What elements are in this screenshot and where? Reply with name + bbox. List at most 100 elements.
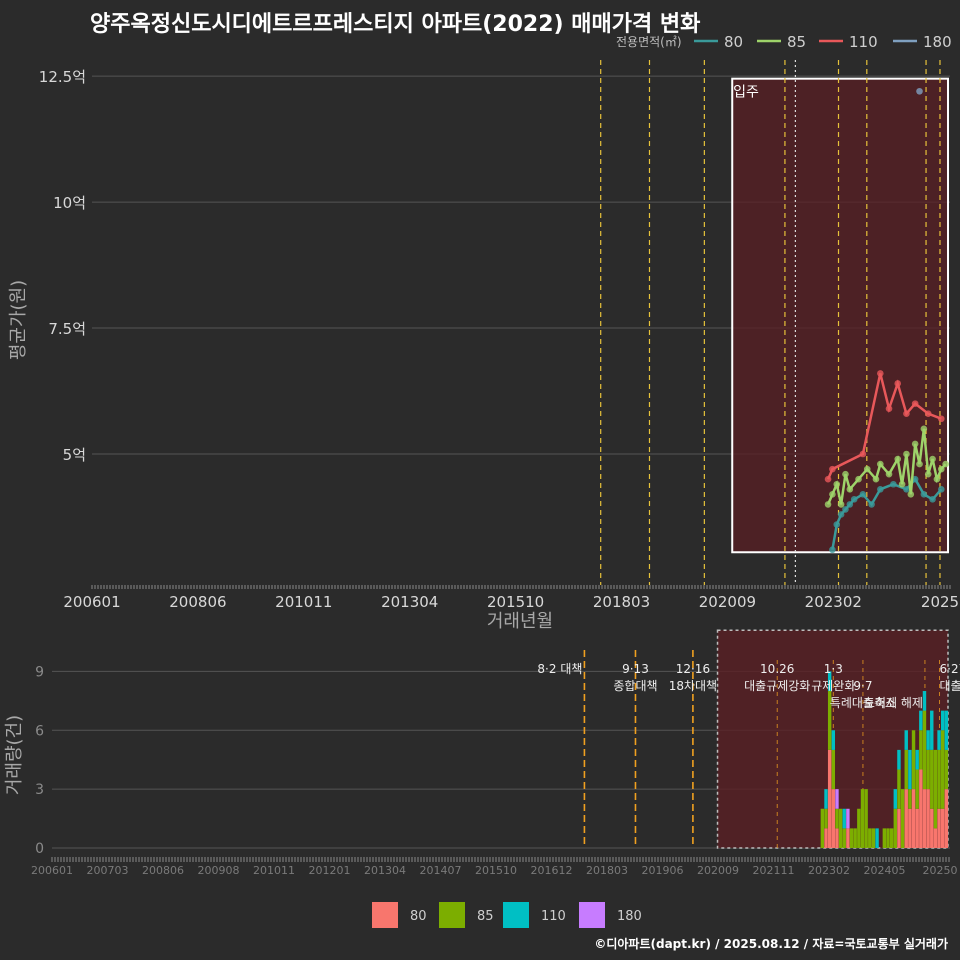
legend-label-110: 110 [541, 909, 566, 924]
volume-bar-80 [846, 828, 850, 848]
x-tick-label: 202302 [805, 593, 862, 611]
x-tick-label: 200908 [198, 864, 240, 877]
y-tick-label: 0 [35, 841, 44, 857]
volume-bar-110 [842, 808, 846, 829]
x-tick-label: 201011 [253, 864, 295, 877]
policy-label: 규제완화 [811, 679, 855, 693]
volume-bar-85 [940, 730, 945, 809]
x-tick-label: 202009 [699, 593, 756, 611]
volume-bar-85 [937, 749, 941, 809]
policy-label: 8·2 대책 [537, 661, 582, 676]
volume-bar-85 [824, 808, 828, 829]
volume-bar-80 [940, 808, 945, 848]
volume-chart: 0 3 6 9 거래량(건) 200601 200703 200806 200908 201011… [4, 629, 960, 928]
occupancy-annotation: 입주 [733, 84, 759, 100]
volume-bar-85 [933, 749, 938, 829]
volume-bar-85 [835, 808, 839, 829]
volume-bar-180 [846, 808, 850, 829]
volume-bar-85 [897, 769, 901, 809]
volume-bar-85 [849, 828, 854, 848]
legend-label-80: 80 [724, 33, 743, 51]
volume-bar-85 [915, 769, 919, 809]
x-tick-label: 202405 [864, 864, 906, 877]
y-tick-label: 5억 [63, 446, 86, 464]
volume-bar-110 [831, 730, 836, 750]
legend-swatch-80 [372, 902, 398, 928]
volume-bar-80 [835, 828, 839, 848]
volume-bar-85 [868, 828, 872, 848]
y-axis-title: 거래량(건) [4, 715, 25, 795]
x-tick-label: 200806 [169, 593, 226, 611]
x-tick-label: 200601 [63, 593, 120, 611]
volume-bar-180 [835, 789, 839, 809]
policy-label: 12·16 [676, 662, 710, 676]
x-tick-label: 201510 [487, 593, 544, 611]
legend-label-110: 110 [849, 33, 878, 51]
volume-bar-110 [824, 789, 828, 809]
volume-bar-80 [933, 828, 938, 848]
volume-bar-85 [930, 749, 934, 809]
volume-bar-85 [864, 789, 868, 848]
policy-label: 18차대책 [669, 678, 717, 693]
volume-bar-80 [831, 789, 836, 848]
legend-label-180: 180 [923, 33, 952, 51]
volume-bar-80 [926, 789, 930, 848]
legend-label-85: 85 [477, 909, 494, 924]
volume-bar-80 [915, 808, 919, 848]
volume-bar-110 [930, 710, 934, 750]
policy-label: 6·27 [940, 662, 960, 676]
x-tick-label: 201304 [364, 864, 406, 877]
volume-bar-85 [919, 730, 923, 770]
legend-title: 전용면적(㎡) [616, 35, 682, 49]
legend-label-85: 85 [787, 33, 806, 51]
volume-bar-80 [897, 808, 901, 848]
x-tick-label: 201201 [309, 864, 351, 877]
volume-bar-85 [922, 710, 927, 790]
x-tick-label: 201407 [420, 864, 462, 877]
legend-label-80: 80 [410, 909, 427, 924]
x-tick-label: 201510 [475, 864, 517, 877]
volume-bar-80 [911, 789, 916, 848]
volume-bar-110 [908, 749, 912, 790]
x-tick-label: 202111 [753, 864, 795, 877]
policy-label: 대출규제강화 [744, 679, 810, 693]
x-tick-label: 20250 [923, 864, 958, 877]
volume-bar-80 [827, 749, 832, 848]
volume-bar-80 [930, 808, 934, 848]
volume-bar-110 [944, 710, 949, 750]
x-tick-label: 201011 [275, 593, 332, 611]
volume-bar-80 [919, 769, 923, 848]
volume-bar-85 [904, 749, 908, 790]
volume-bar-85 [944, 749, 949, 790]
y-tick-label: 3 [35, 782, 44, 798]
x-tick-label: 201803 [586, 864, 628, 877]
volume-bar-110 [940, 710, 945, 731]
y-tick-label: 9 [35, 664, 44, 680]
volume-bar-85 [900, 789, 905, 848]
legend-swatch-110 [503, 902, 529, 928]
x-tick-label: 201612 [531, 864, 573, 877]
volume-bar-110 [926, 730, 930, 750]
chart-canvas: 5억 7.5억 10억 12.5억 200601 200806 201011 201304 20… [4, 33, 960, 928]
y-tick-label: 12.5억 [39, 68, 86, 86]
x-tick-label: 201906 [642, 864, 684, 877]
x-tick-label: 201304 [381, 593, 438, 611]
volume-bar-85 [926, 749, 930, 790]
x-tick-label: 2025 [921, 593, 959, 611]
data-point-180 [916, 87, 923, 95]
volume-bar-85 [871, 828, 876, 848]
volume-bar-85 [853, 828, 857, 848]
volume-bar-85 [886, 828, 890, 848]
volume-bar-80 [904, 789, 908, 848]
volume-bar-85 [860, 789, 865, 848]
volume-bar-85 [889, 828, 894, 848]
volume-bar-85 [908, 789, 912, 809]
y-tick-label: 6 [35, 723, 44, 739]
volume-bar-85 [842, 828, 846, 848]
x-tick-label: 200703 [87, 864, 129, 877]
volume-bar-85 [857, 808, 861, 848]
volume-bar-80 [824, 828, 828, 848]
volume-bar-85 [882, 828, 887, 848]
policy-label: 토허제 해제 [864, 696, 923, 710]
volume-bar-85 [831, 749, 836, 790]
